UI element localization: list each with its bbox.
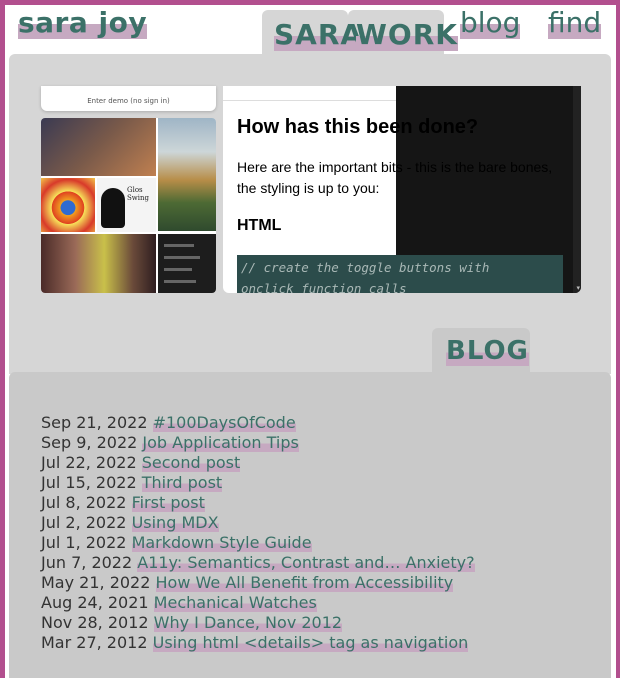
collage-tile-dark-app	[158, 234, 216, 293]
nav-find-link[interactable]: find	[548, 6, 602, 39]
blog-post-item: Mar 27, 2012 Using html <details> tag as…	[41, 633, 475, 653]
nav-work-link[interactable]: WORK	[356, 18, 458, 51]
blog-post-list: Sep 21, 2022 #100DaysOfCode Sep 9, 2022 J…	[41, 413, 475, 653]
post-date: Aug 24, 2021	[41, 593, 149, 612]
scrollbar[interactable]	[573, 86, 581, 293]
collage-tile-logos	[41, 178, 95, 232]
post-title-link[interactable]: Why I Dance, Nov 2012	[153, 613, 343, 632]
divider	[223, 100, 396, 101]
nav-sara-link[interactable]: SARA	[274, 18, 364, 51]
post-title-link[interactable]: Markdown Style Guide	[131, 533, 312, 552]
collage-tile-website	[41, 118, 156, 176]
post-title-link[interactable]: First post	[131, 493, 205, 512]
post-title-link[interactable]: Third post	[141, 473, 223, 492]
post-date: Jun 7, 2022	[41, 553, 133, 572]
project-screenshot-demo[interactable]: Enter demo (no sign in)	[41, 86, 216, 111]
post-title-link[interactable]: Using html <details> tag as navigation	[152, 633, 469, 652]
screenshot-caption: Enter demo (no sign in)	[87, 97, 170, 105]
post-date: Jul 2, 2022	[41, 513, 127, 532]
scroll-down-icon[interactable]: ▾	[576, 284, 580, 292]
post-date: Mar 27, 2012	[41, 633, 148, 652]
blog-post-item: Aug 24, 2021 Mechanical Watches	[41, 593, 475, 613]
collage-tile-swing-poster: Glos Swing	[97, 178, 156, 232]
post-date: Jul 15, 2022	[41, 473, 137, 492]
blog-post-item: Jul 8, 2022 First post	[41, 493, 475, 513]
tutorial-paragraph: Here are the important bits - this is th…	[237, 159, 553, 196]
tutorial-heading-text: How has this been done?	[237, 116, 479, 138]
site-logo-text: sara joy	[18, 6, 148, 39]
post-title-link[interactable]: Using MDX	[131, 513, 219, 532]
blog-post-item: Sep 21, 2022 #100DaysOfCode	[41, 413, 475, 433]
post-date: Jul 1, 2022	[41, 533, 127, 552]
post-date: Sep 21, 2022	[41, 413, 148, 432]
post-title-link[interactable]: Second post	[141, 453, 241, 472]
code-line: onclick function calls	[241, 281, 407, 293]
post-date: Nov 28, 2012	[41, 613, 149, 632]
code-block: // create the toggle buttons with onclic…	[237, 255, 563, 293]
tutorial-subheading: HTML	[237, 217, 282, 234]
blog-post-item: Jul 22, 2022 Second post	[41, 453, 475, 473]
code-line: // create the toggle buttons with	[241, 260, 490, 275]
blog-tab-label: BLOG	[446, 336, 529, 366]
tutorial-preview[interactable]: How has this been done? Here are the imp…	[223, 86, 581, 293]
collage-tile-dancers	[41, 234, 156, 293]
blog-post-item: Nov 28, 2012 Why I Dance, Nov 2012	[41, 613, 475, 633]
blog-tab: BLOG	[432, 328, 530, 372]
post-title-link[interactable]: Job Application Tips	[142, 433, 299, 452]
site-logo[interactable]: sara joy	[18, 6, 148, 39]
blog-post-item: Sep 9, 2022 Job Application Tips	[41, 433, 475, 453]
post-date: Jul 22, 2022	[41, 453, 137, 472]
post-title-link[interactable]: A11y: Semantics, Contrast and… Anxiety?	[137, 553, 475, 572]
nav-blog-link[interactable]: blog	[460, 6, 521, 39]
post-title-link[interactable]: #100DaysOfCode	[152, 413, 296, 432]
post-date: May 21, 2022	[41, 573, 151, 592]
post-title-link[interactable]: Mechanical Watches	[153, 593, 317, 612]
tutorial-heading: How has this been done?	[237, 116, 478, 139]
blog-post-item: Jul 2, 2022 Using MDX	[41, 513, 475, 533]
post-date: Jul 8, 2022	[41, 493, 127, 512]
collage-tile-balloons	[158, 118, 216, 231]
blog-post-item: Jul 15, 2022 Third post	[41, 473, 475, 493]
post-date: Sep 9, 2022	[41, 433, 138, 452]
blog-post-item: Jun 7, 2022 A11y: Semantics, Contrast an…	[41, 553, 475, 573]
project-screenshot-collage[interactable]: Glos Swing	[41, 118, 216, 293]
blog-post-item: Jul 1, 2022 Markdown Style Guide	[41, 533, 475, 553]
blog-post-item: May 21, 2022 How We All Benefit from Acc…	[41, 573, 475, 593]
post-title-link[interactable]: How We All Benefit from Accessibility	[155, 573, 454, 592]
